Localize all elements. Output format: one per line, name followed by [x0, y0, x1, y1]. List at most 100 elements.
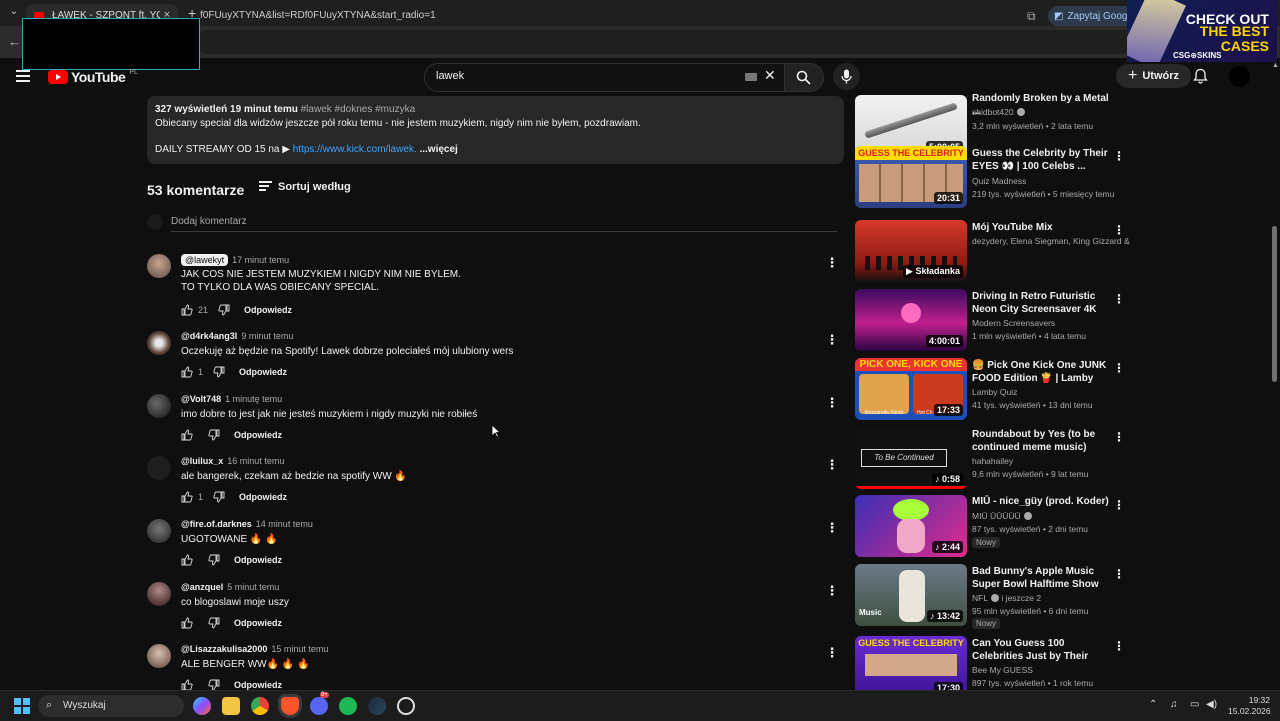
recommended-video[interactable]: Music ♪ 13:42 Bad Bunny's Apple Music Su…	[855, 564, 1135, 629]
network-icon[interactable]: ▭	[1190, 699, 1199, 710]
video-thumbnail[interactable]: ♪ 2:44	[855, 495, 967, 557]
discord-icon[interactable]: 9+	[310, 692, 329, 715]
recommended-video[interactable]: To Be Continued ♪ 0:58 Roundabout by Yes…	[855, 427, 1135, 491]
scrollbar-thumb[interactable]	[1272, 226, 1277, 382]
comment-menu-icon[interactable]: ⋮	[825, 256, 839, 269]
video-title[interactable]: Bad Bunny's Apple Music Super Bowl Halft…	[972, 565, 1112, 591]
video-thumbnail[interactable]: GUESS THE CELEBRITY 20:31	[855, 146, 967, 208]
account-avatar[interactable]	[1229, 66, 1250, 87]
comment-time[interactable]: 16 minut temu	[227, 456, 284, 466]
search-input[interactable]	[434, 69, 728, 83]
comment-author[interactable]: @lawekyt	[181, 254, 229, 266]
reply-button[interactable]: Odpowiedz	[234, 555, 282, 565]
keyboard-icon[interactable]	[745, 73, 757, 81]
comment-time[interactable]: 15 minut temu	[271, 644, 328, 654]
add-comment-input[interactable]: Dodaj komentarz	[171, 216, 247, 227]
channel-name[interactable]: NFL i jeszcze 2	[972, 593, 1132, 603]
comment-menu-icon[interactable]: ⋮	[825, 584, 839, 597]
windows-start-icon[interactable]	[14, 698, 30, 714]
comment-author[interactable]: @Lisazzakulisa2000	[181, 644, 267, 654]
comment-time[interactable]: 14 minut temu	[256, 519, 313, 529]
reply-button[interactable]: Odpowiedz	[234, 680, 282, 690]
dislike-icon[interactable]	[213, 491, 225, 503]
video-thumbnail[interactable]: ▶ Składanka	[855, 220, 967, 282]
comment-menu-icon[interactable]: ⋮	[825, 521, 839, 534]
comment-avatar[interactable]	[147, 456, 171, 480]
dislike-icon[interactable]	[208, 617, 220, 629]
tray-overflow-chevron-icon[interactable]: ⌃	[1149, 699, 1157, 710]
like-icon[interactable]	[181, 617, 193, 629]
comment-menu-icon[interactable]: ⋮	[825, 646, 839, 659]
channel-name[interactable]: MIŪ ŪŪŪŪŪ	[972, 511, 1132, 521]
video-title[interactable]: Guess the Celebrity by Their EYES 👀 | 10…	[972, 147, 1112, 173]
file-explorer-icon[interactable]	[222, 697, 240, 715]
video-thumbnail[interactable]: To Be Continued ♪ 0:58	[855, 427, 967, 489]
like-icon[interactable]	[181, 491, 193, 503]
comment-avatar[interactable]	[147, 254, 171, 278]
recommended-video[interactable]: ♪ 2:44 MIŪ - nice_güy (prod. Koder) MIŪ …	[855, 495, 1135, 559]
comment-author[interactable]: @Volt748	[181, 394, 221, 404]
comment-author[interactable]: @luilux_x	[181, 456, 223, 466]
comment-time[interactable]: 5 minut temu	[227, 582, 279, 592]
like-icon[interactable]	[181, 304, 193, 316]
channel-name[interactable]: Modern Screensavers	[972, 318, 1132, 328]
video-thumbnail[interactable]: GUESS THE CELEBRITY 17:30	[855, 636, 967, 690]
chrome-icon[interactable]	[251, 697, 269, 715]
video-thumbnail[interactable]: PICK ONE, KICK ONE Mozzarella Sticks Hot…	[855, 358, 967, 420]
address-bar-url[interactable]: f0FUuyXTYNA&list=RDf0FUuyXTYNA&start_rad…	[200, 10, 436, 21]
dislike-icon[interactable]	[208, 679, 220, 690]
kick-link[interactable]: https://www.kick.com/lawek.	[293, 144, 417, 155]
clear-search-icon[interactable]: ✕	[764, 67, 776, 84]
copilot-icon[interactable]	[193, 697, 211, 715]
reply-button[interactable]: Odpowiedz	[239, 492, 287, 502]
brave-icon[interactable]	[281, 697, 299, 715]
comment-time[interactable]: 17 minut temu	[232, 255, 289, 265]
comment-author[interactable]: @d4rk4ang3l	[181, 331, 237, 341]
recommended-video[interactable]: PICK ONE, KICK ONE Mozzarella Sticks Hot…	[855, 358, 1135, 422]
like-icon[interactable]	[181, 679, 193, 690]
video-title[interactable]: MIŪ - nice_güy (prod. Koder)	[972, 495, 1112, 508]
channel-name[interactable]: Lamby Quiz	[972, 387, 1132, 397]
channel-name[interactable]: shidbot420	[972, 107, 1132, 117]
reply-button[interactable]: Odpowiedz	[234, 618, 282, 628]
reply-button[interactable]: Odpowiedz	[244, 305, 292, 315]
address-bar[interactable]	[196, 30, 1236, 54]
comment-avatar[interactable]	[147, 519, 171, 543]
obs-icon[interactable]	[397, 697, 415, 715]
video-menu-icon[interactable]: ⋮	[1113, 499, 1125, 511]
youtube-logo[interactable]: YouTube PL	[48, 69, 138, 85]
video-menu-icon[interactable]: ⋮	[1113, 224, 1125, 236]
tab-search-chevron-icon[interactable]: ⌄	[6, 6, 22, 20]
microphone-tray-icon[interactable]: ♫	[1170, 699, 1178, 710]
comment-time[interactable]: 9 minut temu	[241, 331, 293, 341]
video-title[interactable]: Mój YouTube Mix	[972, 221, 1112, 234]
show-more-button[interactable]: ...więcej	[419, 144, 457, 155]
comment-time[interactable]: 1 minutę temu	[225, 394, 282, 404]
video-menu-icon[interactable]: ⋮	[1113, 362, 1125, 374]
volume-icon[interactable]: ◀)	[1206, 699, 1217, 710]
hashtags[interactable]: #lawek #doknes #muzyka	[301, 104, 416, 115]
comment-author[interactable]: @fire.of.darknes	[181, 519, 252, 529]
comment-menu-icon[interactable]: ⋮	[825, 458, 839, 471]
reply-button[interactable]: Odpowiedz	[239, 367, 287, 377]
video-title[interactable]: 🍔 Pick One Kick One JUNK FOOD Edition 🍟 …	[972, 359, 1112, 385]
video-menu-icon[interactable]: ⋮	[1113, 568, 1125, 580]
like-icon[interactable]	[181, 554, 193, 566]
guide-menu-icon[interactable]	[16, 70, 30, 85]
like-icon[interactable]	[181, 366, 193, 378]
recommended-video[interactable]: 4:00:01 Driving In Retro Futuristic Neon…	[855, 289, 1135, 353]
spotify-icon[interactable]	[339, 697, 357, 715]
video-menu-icon[interactable]: ⋮	[1113, 431, 1125, 443]
recommended-video[interactable]: GUESS THE CELEBRITY 20:31 Guess the Cele…	[855, 146, 1135, 210]
taskbar-search[interactable]: ⌕ Wyszukaj	[38, 695, 184, 717]
steam-icon[interactable]	[368, 697, 386, 715]
install-app-icon[interactable]: ⧉	[1027, 9, 1036, 24]
voice-search-button[interactable]	[833, 63, 860, 90]
comment-menu-icon[interactable]: ⋮	[825, 333, 839, 346]
channel-name[interactable]: Bee My GUESS	[972, 665, 1132, 675]
dislike-icon[interactable]	[208, 554, 220, 566]
back-arrow-icon[interactable]: ←	[8, 34, 21, 49]
sort-comments-button[interactable]: Sortuj według	[259, 181, 351, 193]
dislike-icon[interactable]	[218, 304, 230, 316]
comment-avatar[interactable]	[147, 394, 171, 418]
